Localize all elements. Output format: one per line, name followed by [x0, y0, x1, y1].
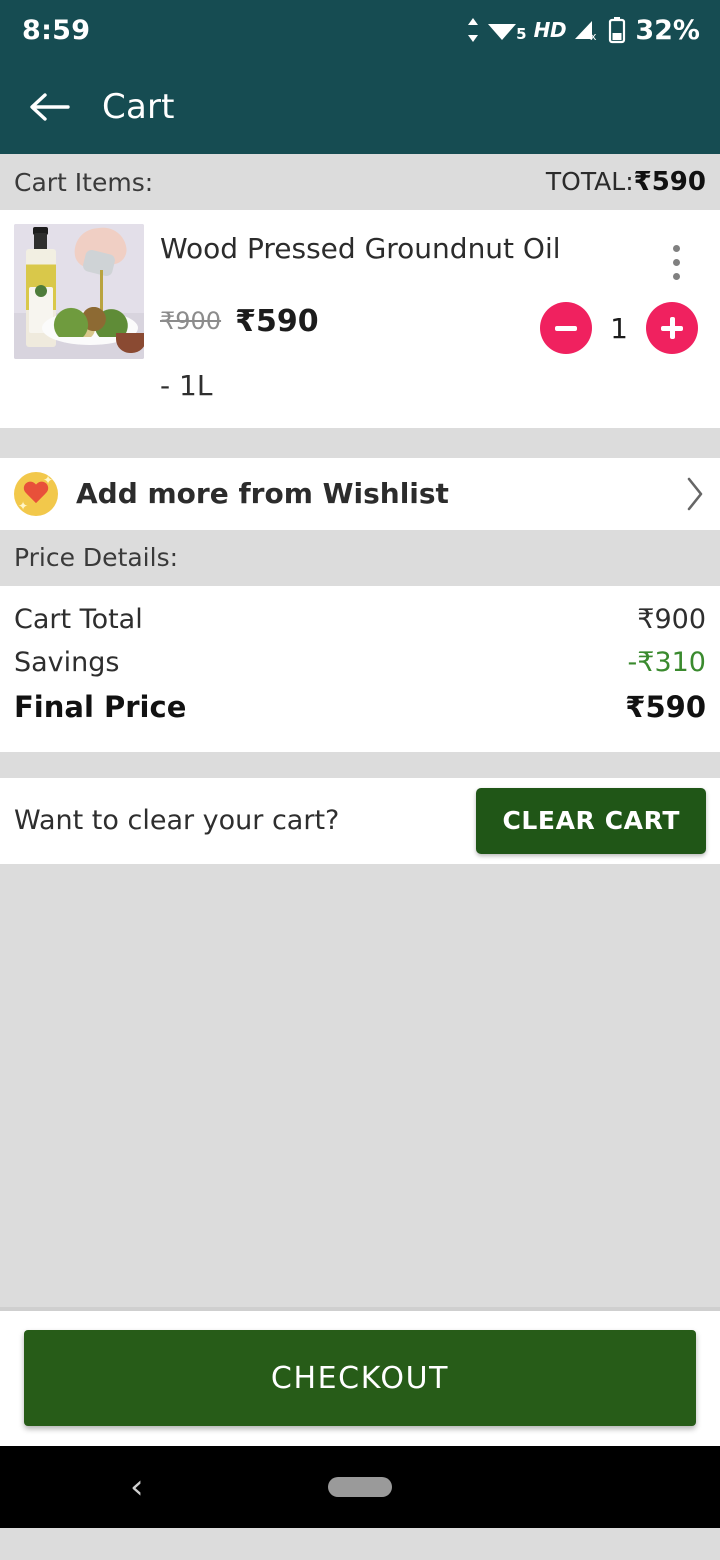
product-name: Wood Pressed Groundnut Oil: [160, 232, 561, 265]
price-row-label: Cart Total: [14, 603, 143, 635]
phone-screen: 8:59 5 HD x 32% Cart Cart Items: TOTAL:₹…: [0, 0, 720, 1560]
app-bar: Cart: [0, 60, 720, 154]
battery-percent: 32%: [635, 14, 700, 46]
status-time: 8:59: [22, 14, 91, 46]
system-nav-bar: ‹: [0, 1445, 720, 1528]
svg-text:x: x: [590, 30, 597, 42]
cart-item-row[interactable]: Wood Pressed Groundnut Oil ₹900 ₹590 - 1…: [0, 210, 720, 428]
wifi-generation-label: 5: [516, 25, 527, 43]
section-gap-1: [0, 427, 720, 458]
wishlist-left-group: ✦ ✦ Add more from Wishlist: [14, 471, 449, 516]
data-transfer-icon: [468, 18, 479, 42]
clear-cart-button[interactable]: CLEAR CART: [476, 787, 706, 854]
increase-quantity-button[interactable]: [646, 302, 698, 354]
battery-icon: [609, 17, 626, 44]
original-price: ₹900: [160, 307, 222, 336]
empty-scroll-area: [0, 863, 720, 1307]
product-variant: - 1L: [160, 368, 213, 402]
price-details-header: Price Details:: [0, 529, 720, 586]
discounted-price: ₹590: [235, 303, 319, 339]
page-title: Cart: [102, 87, 175, 127]
price-row-cart-total: Cart Total ₹900: [14, 598, 706, 641]
checkout-bar: CHECKOUT: [0, 1310, 720, 1446]
price-row-final: Final Price ₹590: [14, 684, 706, 730]
price-row-value: ₹590: [625, 689, 706, 724]
price-row-value: ₹900: [637, 603, 706, 635]
nav-back-icon[interactable]: ‹: [130, 1470, 144, 1504]
clear-cart-question: Want to clear your cart?: [14, 805, 340, 837]
hd-label: HD: [533, 18, 567, 42]
cart-item-details: Wood Pressed Groundnut Oil ₹900 ₹590 - 1…: [144, 224, 706, 428]
status-bar: 8:59 5 HD x 32%: [0, 0, 720, 60]
cart-total-prefix: TOTAL:: [545, 167, 634, 196]
decrease-quantity-button[interactable]: [540, 302, 592, 354]
back-button[interactable]: [26, 84, 72, 130]
wishlist-label: Add more from Wishlist: [76, 477, 449, 511]
wifi-icon: [488, 24, 517, 40]
price-row-label: Savings: [14, 646, 120, 678]
heart-icon: ✦ ✦: [14, 471, 58, 516]
chevron-right-icon[interactable]: [684, 476, 706, 512]
checkout-button[interactable]: CHECKOUT: [24, 1330, 696, 1427]
product-image: [14, 224, 144, 359]
price-details-card: Cart Total ₹900 Savings -₹310 Final Pric…: [0, 585, 720, 752]
price-details-label: Price Details:: [14, 543, 179, 573]
kebab-menu-icon[interactable]: [656, 238, 696, 286]
section-gap-2: [0, 751, 720, 778]
price-row-label: Final Price: [14, 689, 187, 724]
cart-total-value: ₹590: [633, 167, 706, 197]
add-from-wishlist-row[interactable]: ✦ ✦ Add more from Wishlist: [0, 457, 720, 530]
cellular-signal-icon: x: [575, 21, 597, 42]
cart-items-label: Cart Items:: [14, 167, 154, 197]
price-row-savings: Savings -₹310: [14, 641, 706, 684]
quantity-stepper: 1: [540, 302, 698, 354]
arrow-left-icon: [30, 93, 70, 121]
quantity-value: 1: [610, 311, 628, 345]
cart-items-header: Cart Items: TOTAL:₹590: [0, 154, 720, 210]
cart-total-badge: TOTAL:₹590: [546, 167, 706, 197]
cart-item-card: Wood Pressed Groundnut Oil ₹900 ₹590 - 1…: [0, 210, 720, 428]
status-icon-group: 5 HD x 32%: [466, 15, 700, 46]
clear-cart-row: Want to clear your cart? CLEAR CART: [0, 777, 720, 864]
product-thumbnail[interactable]: [14, 224, 144, 359]
price-row-value: -₹310: [627, 646, 706, 678]
nav-home-pill[interactable]: [328, 1476, 392, 1497]
